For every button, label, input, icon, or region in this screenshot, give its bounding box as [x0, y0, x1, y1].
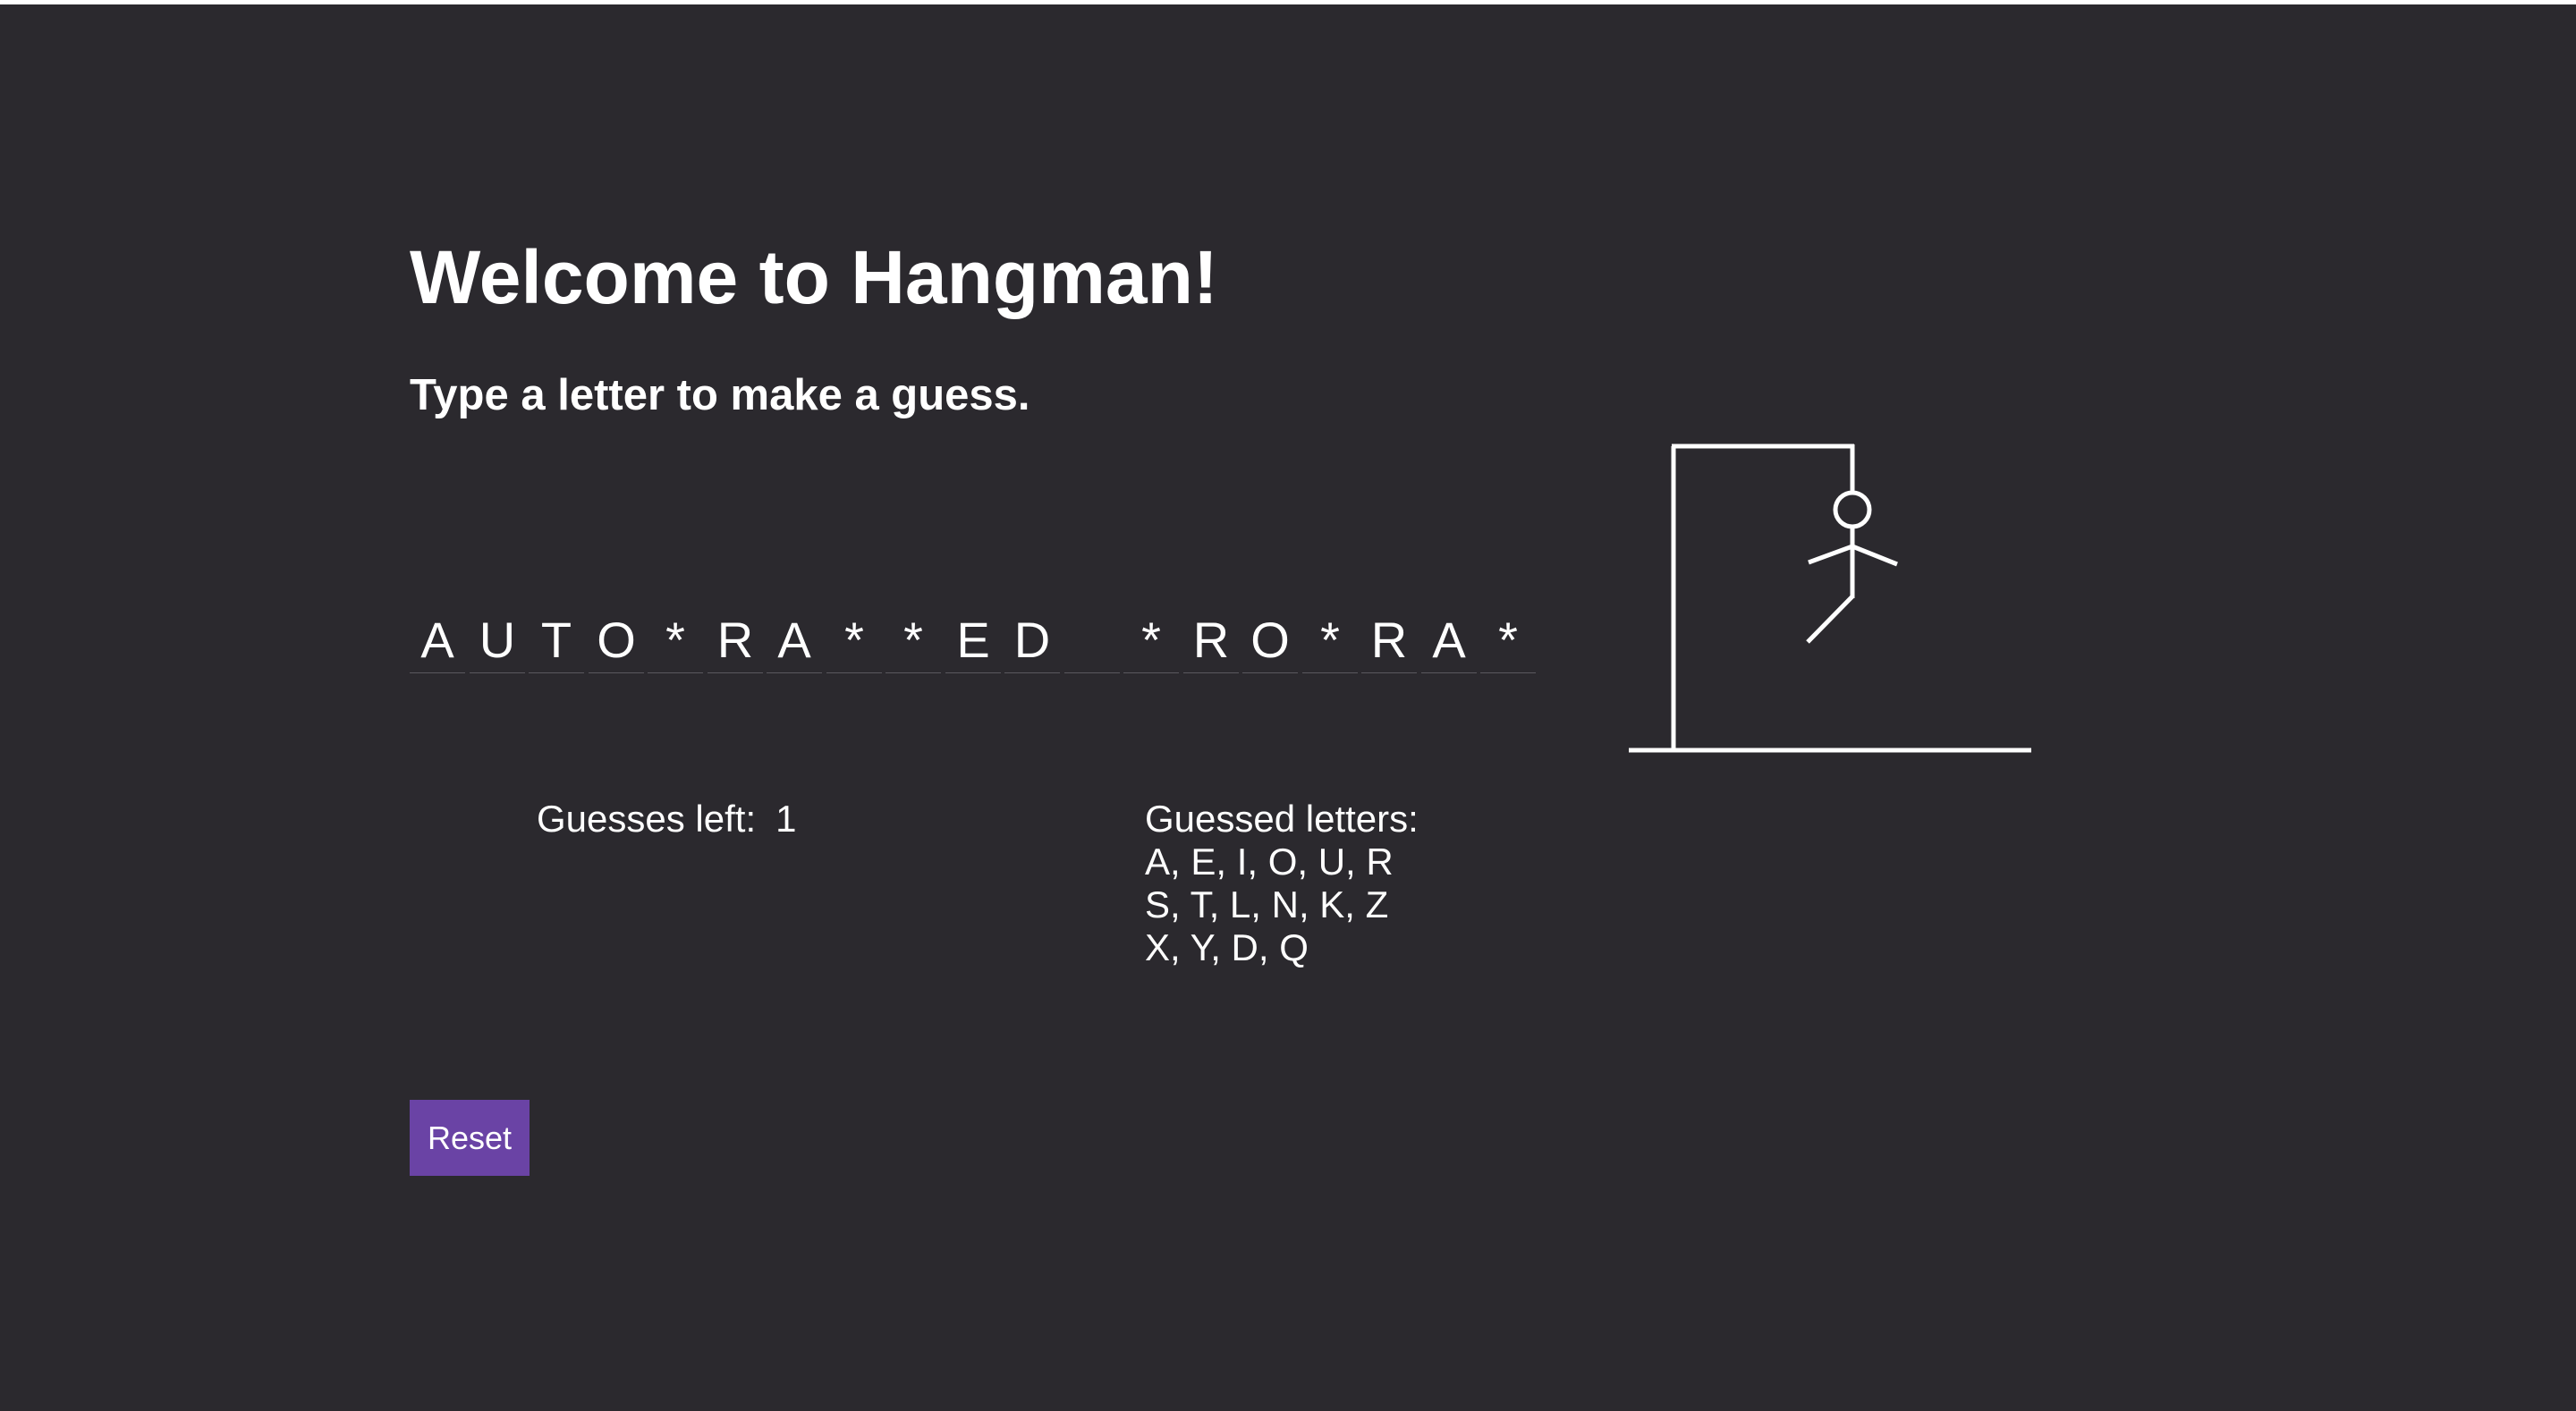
guessed-letters: Guessed letters: A, E, I, O, U, R S, T, … [1145, 798, 1419, 969]
letter-slot: R [1183, 608, 1239, 673]
top-edge-strip [0, 0, 2576, 4]
letter-slot: E [945, 608, 1001, 673]
letter-slot: * [1123, 608, 1179, 673]
letter-slot: * [826, 608, 882, 673]
reset-button[interactable]: Reset [410, 1100, 530, 1176]
letter-slot: * [886, 608, 941, 673]
guessed-letters-line: A, E, I, O, U, R [1145, 841, 1394, 883]
letter-slot: R [708, 608, 763, 673]
letter-slot: O [589, 608, 644, 673]
guesses-left-label: Guesses left: [537, 798, 757, 840]
letter-slot: T [529, 608, 584, 673]
hangman-left-leg [1806, 595, 1854, 644]
letter-slot: * [648, 608, 703, 673]
guessed-letters-label: Guessed letters: [1145, 798, 1419, 840]
letter-slot: R [1361, 608, 1417, 673]
hangman-figure [1629, 444, 2031, 753]
letter-slot: * [1302, 608, 1358, 673]
letter-slot: D [1004, 608, 1060, 673]
letter-slot: A [1421, 608, 1477, 673]
letter-slot: A [410, 608, 465, 673]
letter-slot: O [1242, 608, 1298, 673]
hangman-left-arm [1808, 544, 1853, 565]
page-title: Welcome to Hangman! [410, 235, 1218, 319]
guessed-letters-line: S, T, L, N, K, Z [1145, 883, 1389, 925]
hangman-right-arm [1852, 544, 1898, 567]
guesses-left-status: Guesses left: 1 [537, 798, 796, 841]
letter-slot: * [1480, 608, 1536, 673]
guessed-letters-line: X, Y, D, Q [1145, 926, 1309, 968]
letter-slot [1064, 608, 1120, 673]
letter-slot: A [767, 608, 822, 673]
instruction-text: Type a letter to make a guess. [410, 371, 1030, 419]
guesses-left-count: 1 [775, 798, 797, 840]
hangman-head [1833, 490, 1872, 529]
letter-slot: U [470, 608, 525, 673]
